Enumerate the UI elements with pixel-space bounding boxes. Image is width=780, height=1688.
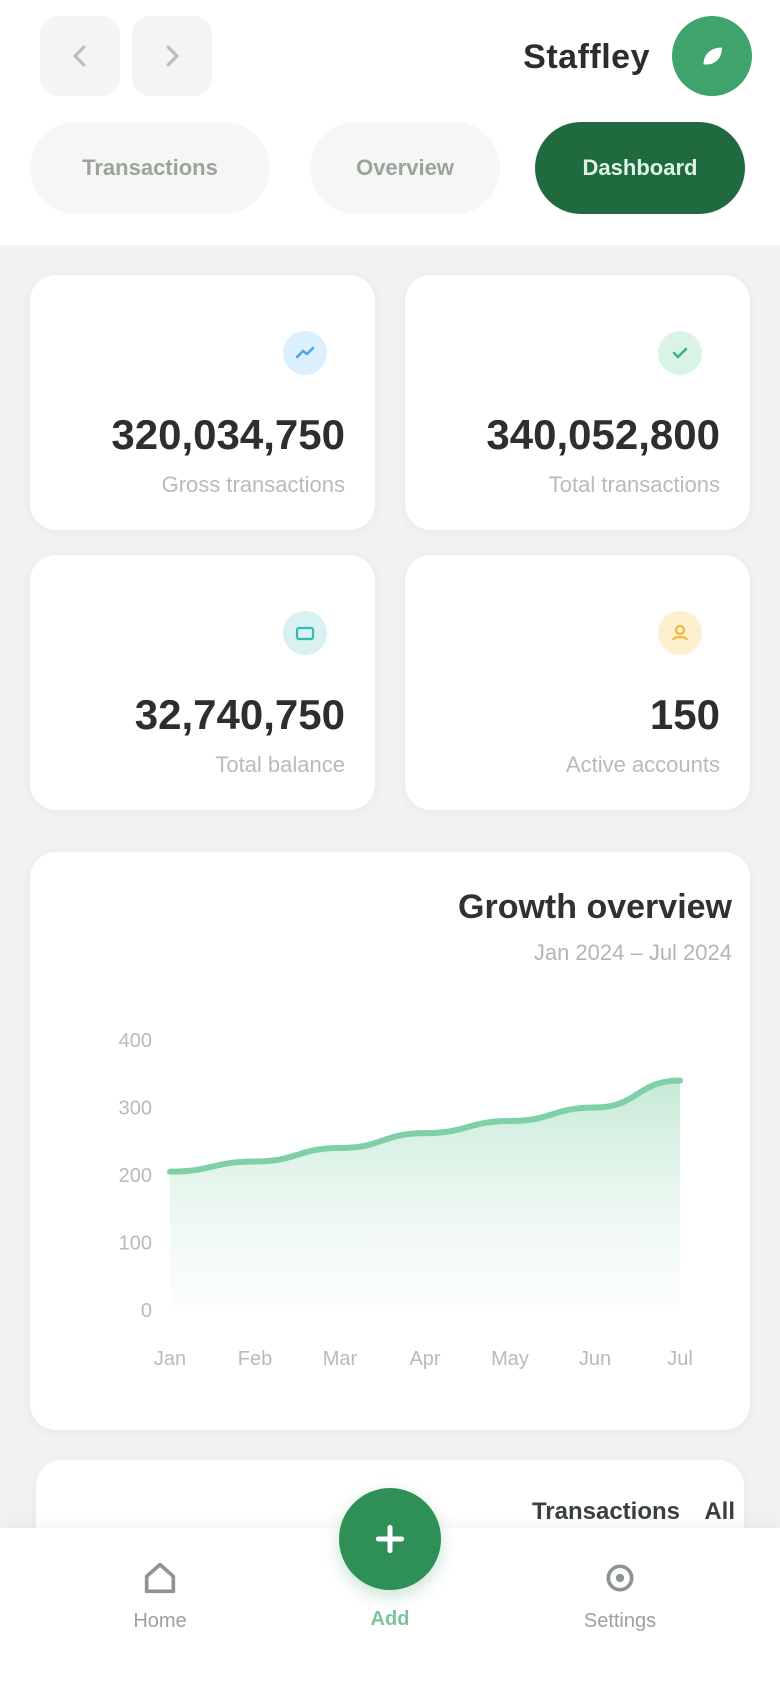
stat-label: Gross transactions — [161, 472, 345, 497]
stat-label: Active accounts — [565, 752, 720, 777]
x-tick-label: Feb — [238, 1348, 272, 1370]
view-all-link[interactable]: All — [704, 1498, 735, 1526]
stat-card-gross[interactable]: 320,034,750 Gross transactions — [30, 275, 375, 530]
stat-icon-wrap — [283, 611, 327, 655]
chevron-right-icon — [166, 45, 179, 67]
series-area — [170, 1080, 680, 1310]
x-tick-label: May — [491, 1348, 529, 1370]
nav-settings[interactable]: Settings — [560, 1540, 680, 1650]
tab-label: Overview — [356, 155, 454, 180]
plus-icon — [375, 1524, 405, 1554]
x-tick-label: Jan — [154, 1348, 186, 1370]
stat-icon-wrap — [283, 331, 327, 375]
y-tick-label: 200 — [119, 1165, 152, 1187]
nav-label-add: Add — [370, 1608, 410, 1630]
gear-icon — [606, 1564, 634, 1591]
stat-value: 32,740,750 — [134, 691, 345, 738]
tab-bar: Transactions Overview Dashboard — [0, 122, 780, 214]
x-tick-label: Mar — [323, 1348, 358, 1370]
back-button[interactable] — [40, 16, 120, 96]
nav-label: Home — [133, 1609, 187, 1632]
stat-card-balance[interactable]: 32,740,750 Total balance — [30, 555, 375, 810]
tab-overview[interactable]: Overview — [310, 122, 500, 214]
wallet-icon — [295, 626, 315, 641]
users-icon — [671, 624, 689, 641]
x-tick-label: Apr — [409, 1348, 440, 1370]
y-tick-label: 300 — [119, 1098, 152, 1120]
stat-card-total[interactable]: 340,052,800 Total transactions — [405, 275, 750, 530]
forward-button[interactable] — [132, 16, 212, 96]
tab-label: Transactions — [82, 155, 218, 180]
x-tick-label: Jun — [579, 1348, 611, 1370]
stat-value: 340,052,800 — [486, 411, 720, 458]
stat-icon-wrap — [658, 331, 702, 375]
stat-label: Total balance — [215, 752, 345, 777]
x-tick-label: Jul — [667, 1348, 693, 1370]
brand-logo[interactable] — [672, 16, 752, 96]
stat-label: Total transactions — [548, 472, 720, 497]
tab-dashboard[interactable]: Dashboard — [535, 122, 745, 214]
stat-value: 320,034,750 — [111, 411, 345, 458]
check-icon — [672, 347, 688, 359]
tab-label: Dashboard — [582, 155, 698, 180]
chart-subtitle: Jan 2024 – Jul 2024 — [533, 940, 732, 965]
growth-chart: 0 100 200 300 400 Jan Feb Mar Apr May Jun Jul — [119, 1030, 693, 1370]
stat-icon-wrap — [658, 611, 702, 655]
brand-name: Staffley — [523, 37, 650, 76]
app-header: Staffley Transactions Overview Dashboard — [0, 0, 780, 245]
y-tick-label: 0 — [141, 1300, 152, 1322]
nav-home[interactable]: Home — [100, 1540, 220, 1650]
trend-icon — [295, 346, 315, 359]
chart-title: Growth overview — [458, 888, 732, 926]
add-button[interactable] — [339, 1488, 441, 1590]
home-icon — [144, 1562, 176, 1593]
chevron-left-icon — [73, 45, 86, 67]
y-tick-label: 400 — [119, 1030, 152, 1052]
leaf-icon — [703, 47, 722, 65]
stat-value: 150 — [649, 691, 720, 738]
section-title: Transactions — [531, 1498, 680, 1525]
y-tick-label: 100 — [119, 1233, 152, 1255]
nav-label: Settings — [583, 1609, 657, 1632]
stat-card-accounts[interactable]: 150 Active accounts — [405, 555, 750, 810]
tab-transactions[interactable]: Transactions — [30, 122, 270, 214]
